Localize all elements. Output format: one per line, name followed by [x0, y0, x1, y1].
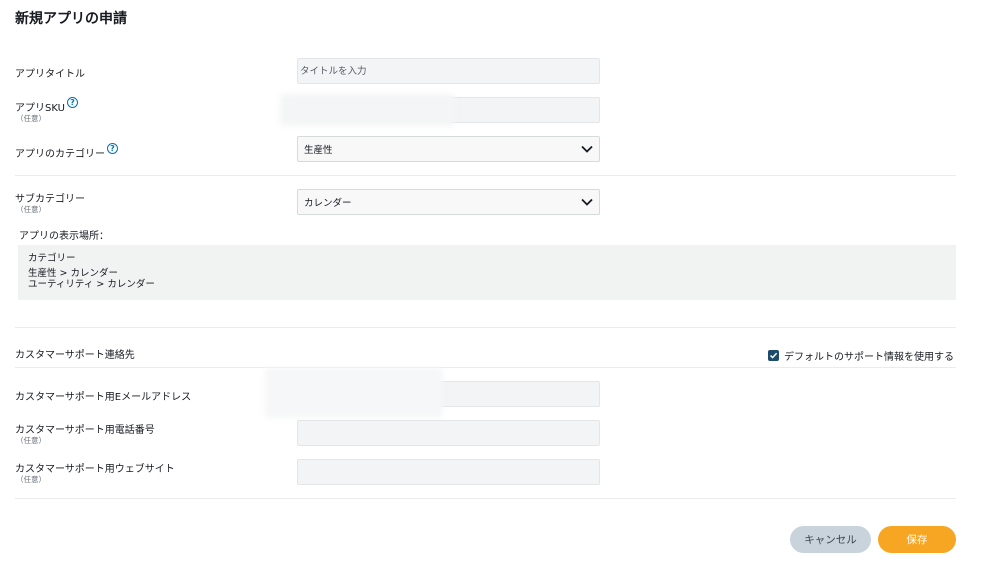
use-default-checkbox[interactable] — [768, 350, 779, 361]
subcategory-select-value: カレンダー — [304, 198, 352, 209]
check-icon — [769, 352, 778, 359]
app-sku-label-group: アプリSKU? — [15, 97, 78, 114]
use-default-label: デフォルトのサポート情報を使用する — [784, 352, 954, 363]
help-circle-icon[interactable]: ? — [107, 143, 118, 154]
help-circle-icon[interactable]: ? — [66, 97, 78, 108]
use-default-support-option[interactable]: デフォルトのサポート情報を使用する — [768, 348, 954, 363]
placement-box: カテゴリー 生産性 > カレンダー ユーティリティ > カレンダー — [18, 245, 956, 300]
redacted-value — [265, 368, 443, 418]
divider — [15, 498, 956, 499]
placement-title: カテゴリー — [28, 253, 76, 264]
subcategory-optional: （任意） — [16, 205, 46, 214]
divider — [15, 175, 956, 176]
support-phone-optional: （任意） — [16, 436, 46, 445]
support-phone-input[interactable] — [297, 420, 600, 446]
chevron-down-icon — [581, 145, 593, 153]
divider — [15, 327, 956, 328]
page-title: 新規アプリの申請 — [15, 11, 127, 27]
support-website-optional: （任意） — [16, 475, 46, 484]
category-select[interactable]: 生産性 — [297, 136, 600, 162]
subcategory-select[interactable]: カレンダー — [297, 189, 600, 215]
save-button[interactable]: 保存 — [878, 526, 956, 553]
category-label-group: アプリのカテゴリー? — [15, 143, 118, 160]
placement-heading: アプリの表示場所： — [19, 231, 109, 242]
cancel-button[interactable]: キャンセル — [790, 526, 871, 553]
support-website-label: カスタマーサポート用ウェブサイト — [15, 464, 175, 475]
app-sku-optional: （任意） — [16, 114, 46, 123]
placement-path: 生産性 > カレンダー — [28, 268, 118, 279]
redacted-value — [280, 94, 455, 126]
support-section-label: カスタマーサポート連絡先 — [15, 350, 135, 361]
app-title-label: アプリタイトル — [15, 69, 85, 80]
category-label: アプリのカテゴリー — [15, 149, 105, 160]
app-title-input[interactable] — [297, 58, 600, 84]
placement-path: ユーティリティ > カレンダー — [28, 279, 155, 290]
category-select-value: 生産性 — [304, 145, 333, 156]
support-email-label: カスタマーサポート用Eメールアドレス — [15, 392, 192, 403]
chevron-down-icon — [581, 198, 593, 206]
support-website-input[interactable] — [297, 459, 600, 485]
subcategory-label: サブカテゴリー — [15, 194, 85, 205]
support-phone-label: カスタマーサポート用電話番号 — [15, 425, 155, 436]
divider — [15, 367, 956, 368]
